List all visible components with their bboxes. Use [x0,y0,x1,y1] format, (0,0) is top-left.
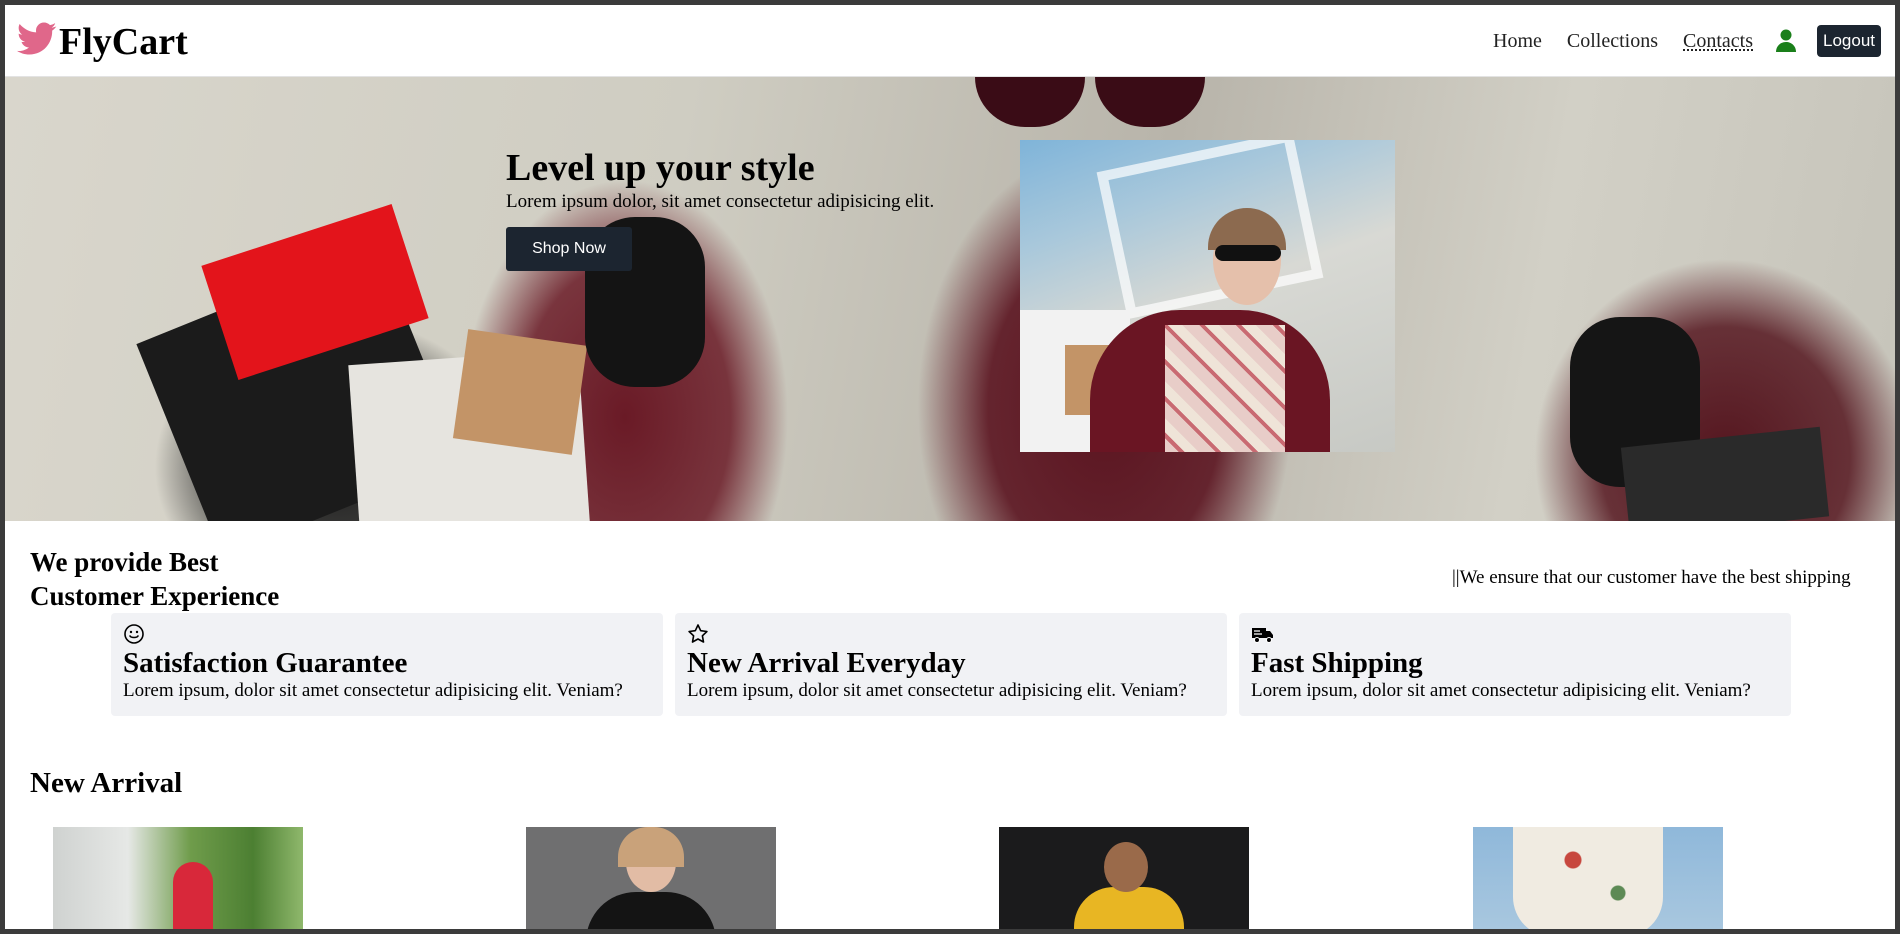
hero-banner: Level up your style Lorem ipsum dolor, s… [5,77,1895,521]
top-navbar: FlyCart Home Collections Contacts Logout [5,5,1895,77]
product-image-shape [173,862,213,929]
hero-subtitle: Lorem ipsum dolor, sit amet consectetur … [506,191,935,212]
feature-card: Fast Shipping Lorem ipsum, dolor sit ame… [1239,613,1791,716]
hero-image-shape [1215,245,1281,261]
feature-card-title: Fast Shipping [1251,647,1423,679]
hero-background-shape [452,329,588,455]
hero-image [1020,140,1395,452]
experience-heading-line2: Customer Experience [30,581,280,611]
feature-card: New Arrival Everyday Lorem ipsum, dolor … [675,613,1227,716]
star-icon [687,623,709,645]
feature-card-title: Satisfaction Guarantee [123,647,408,679]
product-image-shape [1513,827,1663,929]
nav-collections[interactable]: Collections [1567,30,1658,53]
nav-menu: Home Collections Contacts Logout [1493,25,1881,57]
user-icon[interactable] [1775,29,1797,53]
feature-card-desc: Lorem ipsum, dolor sit amet consectetur … [1251,680,1751,701]
brand[interactable]: FlyCart [17,21,188,62]
feature-cards: Satisfaction Guarantee Lorem ipsum, dolo… [111,613,1803,716]
feature-card-title: New Arrival Everyday [687,647,966,679]
hero-background-shape [975,77,1085,127]
feature-card-desc: Lorem ipsum, dolor sit amet consectetur … [123,680,623,701]
product-image-shape [1104,842,1148,892]
hero-image-shape [1165,325,1285,452]
product-image[interactable] [53,827,303,929]
product-image-shape [618,827,684,867]
experience-heading: We provide Best Customer Experience [30,545,279,613]
feature-card: Satisfaction Guarantee Lorem ipsum, dolo… [111,613,663,716]
experience-note: ||We ensure that our customer have the b… [1452,567,1851,588]
nav-contacts[interactable]: Contacts [1683,30,1753,53]
bird-icon [17,21,57,62]
product-image-shape [586,892,716,929]
truck-icon [1251,623,1273,645]
product-image[interactable] [999,827,1249,929]
new-arrival-heading: New Arrival [30,767,183,799]
hero-title: Level up your style [506,147,815,189]
feature-card-desc: Lorem ipsum, dolor sit amet consectetur … [687,680,1187,701]
hero-background-shape [1095,77,1205,127]
logout-button[interactable]: Logout [1817,25,1881,57]
nav-home[interactable]: Home [1493,30,1542,53]
brand-name: FlyCart [59,20,188,63]
product-image-shape [1074,887,1184,929]
product-image[interactable] [526,827,776,929]
shop-now-button[interactable]: Shop Now [506,227,632,271]
product-image[interactable] [1473,827,1723,929]
hero-text: Level up your style Lorem ipsum dolor, s… [506,145,934,213]
experience-heading-line1: We provide Best [30,547,219,577]
browser-viewport: FlyCart Home Collections Contacts Logout… [5,5,1895,929]
hero-image-shape [1096,140,1324,320]
smile-icon [123,623,145,645]
